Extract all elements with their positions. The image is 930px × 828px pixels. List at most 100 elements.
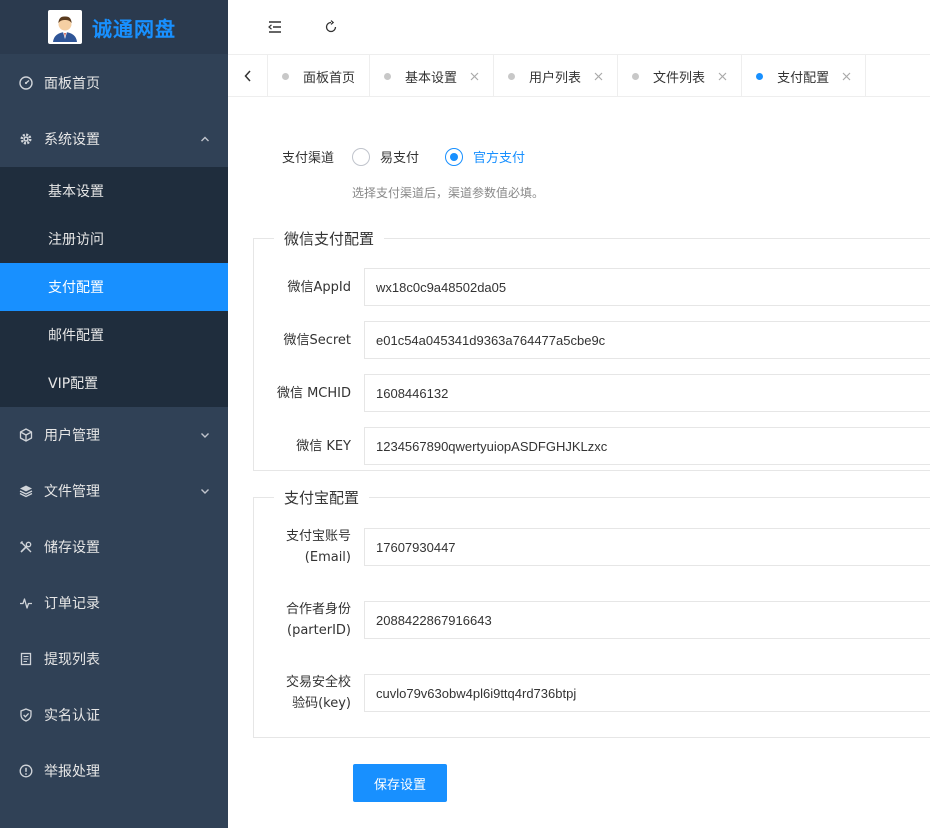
sidebar-item-mail-config[interactable]: 邮件配置 <box>0 311 228 359</box>
label-line: (Email) <box>304 550 351 565</box>
tab-dot <box>756 72 764 80</box>
sidebar-item-system-settings[interactable]: 系统设置 <box>0 111 228 167</box>
tab-bar: 面板首页 基本设置 用户列表 文件列表 支付配置 <box>228 55 930 97</box>
gear-icon <box>18 131 34 147</box>
tab-dashboard[interactable]: 面板首页 <box>268 55 371 97</box>
sidebar-item-label: 系统设置 <box>44 132 100 148</box>
tab-dot <box>384 72 392 80</box>
sidebar-item-label: 基本设置 <box>48 184 104 200</box>
save-settings-button[interactable]: 保存设置 <box>353 764 447 802</box>
tab-label: 用户列表 <box>529 70 582 86</box>
radio-epay[interactable]: 易支付 <box>352 147 419 166</box>
sidebar-item-user-management[interactable]: 用户管理 <box>0 407 228 463</box>
sidebar-item-label: 文件管理 <box>44 484 100 500</box>
field-row: 合作者身份 (parterID) 2088422867916643 <box>254 601 930 639</box>
shield-check-icon <box>18 707 34 723</box>
sidebar-item-report-handling[interactable]: 举报处理 <box>0 743 228 799</box>
brand-title: 诚通网盘 <box>92 16 176 41</box>
label-line: 交易安全校 <box>285 675 351 690</box>
tab-basic-settings[interactable]: 基本设置 <box>370 55 495 97</box>
field-row: 交易安全校 验码(key) cuvlo79v63obw4pl6i9ttq4rd73… <box>254 674 930 712</box>
sidebar-item-label: 支付配置 <box>48 280 104 296</box>
avatar <box>48 10 82 44</box>
sidebar-item-payment-config[interactable]: 支付配置 <box>0 263 228 311</box>
layers-icon <box>18 483 34 499</box>
chevron-down-icon <box>200 486 210 496</box>
tab-scroll-left-icon[interactable] <box>228 55 268 97</box>
close-icon[interactable] <box>593 71 603 81</box>
tab-dot <box>282 72 289 80</box>
sidebar-item-label: VIP配置 <box>48 376 99 392</box>
wechat-config-group: 微信支付配置 微信AppId wx18c0c9a48502da05 微信Secr… <box>253 228 930 471</box>
list-doc-icon <box>18 651 34 667</box>
payment-channel-hint: 选择支付渠道后，渠道参数值必填。 <box>352 186 545 200</box>
sidebar-item-vip-config[interactable]: VIP配置 <box>0 359 228 407</box>
wechat-mchid-input[interactable]: 1608446132 <box>364 374 930 412</box>
cube-icon <box>18 427 34 443</box>
sidebar-item-withdraw-list[interactable]: 提现列表 <box>0 631 228 687</box>
wechat-appid-input[interactable]: wx18c0c9a48502da05 <box>364 268 930 306</box>
label-line: 合作者身份 <box>285 602 351 617</box>
field-row: 微信 KEY 1234567890qwertyuiopASDFGHJKLzxc <box>254 427 930 465</box>
alipay-account-label: 支付宝账号 (Email) <box>254 526 351 568</box>
sidebar-item-basic-settings[interactable]: 基本设置 <box>0 167 228 215</box>
alipay-partner-id-label: 合作者身份 (parterID) <box>254 599 351 641</box>
close-icon[interactable] <box>841 71 851 81</box>
radio-circle[interactable] <box>352 147 371 166</box>
alert-circle-icon <box>18 763 34 779</box>
top-header <box>228 0 930 55</box>
tab-label: 面板首页 <box>303 70 356 86</box>
radio-circle[interactable] <box>445 147 464 166</box>
tab-payment-config[interactable]: 支付配置 <box>742 55 867 97</box>
radio-label: 官方支付 <box>473 151 526 166</box>
alipay-config-legend: 支付宝配置 <box>284 489 360 507</box>
sidebar-item-label: 实名认证 <box>44 708 100 724</box>
sidebar-item-label: 举报处理 <box>44 764 100 780</box>
sidebar-item-real-name-auth[interactable]: 实名认证 <box>0 687 228 743</box>
payment-channel-row: 支付渠道 易支付 官方支付 <box>282 147 525 166</box>
wechat-secret-label: 微信Secret <box>283 332 351 348</box>
sidebar-item-file-management[interactable]: 文件管理 <box>0 463 228 519</box>
close-icon[interactable] <box>469 71 479 81</box>
brand[interactable]: 诚通网盘 <box>0 0 228 54</box>
sidebar-item-label: 面板首页 <box>44 75 100 92</box>
label-line: (parterID) <box>287 623 351 638</box>
alipay-config-group: 支付宝配置 支付宝账号 (Email) 17607930447 合作者身份 (par… <box>253 487 930 738</box>
refresh-icon[interactable] <box>318 14 344 40</box>
radio-label: 易支付 <box>380 151 420 166</box>
wechat-appid-label: 微信AppId <box>287 279 351 295</box>
label-line: 支付宝账号 <box>285 529 351 544</box>
wechat-key-input[interactable]: 1234567890qwertyuiopASDFGHJKLzxc <box>364 427 930 465</box>
alipay-account-input[interactable]: 17607930447 <box>364 528 930 566</box>
sidebar-item-label: 提现列表 <box>44 652 100 668</box>
alipay-key-label: 交易安全校 验码(key) <box>254 672 351 714</box>
collapse-menu-icon[interactable] <box>262 14 288 40</box>
radio-official-pay[interactable]: 官方支付 <box>445 147 525 166</box>
alipay-partner-id-input[interactable]: 2088422867916643 <box>364 601 930 639</box>
sidebar-item-label: 储存设置 <box>44 540 100 556</box>
sidebar-item-register-access[interactable]: 注册访问 <box>0 215 228 263</box>
sidebar-item-dashboard[interactable]: 面板首页 <box>0 54 228 111</box>
wechat-key-label: 微信 KEY <box>296 438 351 454</box>
sidebar-item-storage-settings[interactable]: 储存设置 <box>0 519 228 575</box>
payment-channel-label: 支付渠道 <box>282 151 335 166</box>
sidebar-item-order-records[interactable]: 订单记录 <box>0 575 228 631</box>
sidebar-item-label: 订单记录 <box>44 596 100 612</box>
sidebar-item-label: 用户管理 <box>44 428 100 444</box>
tab-label: 支付配置 <box>777 70 830 86</box>
dashboard-icon <box>18 75 34 91</box>
field-row: 微信Secret e01c54a045341d9363a764477a5cbe9… <box>254 321 930 359</box>
tab-user-list[interactable]: 用户列表 <box>494 55 619 97</box>
close-icon[interactable] <box>717 71 727 81</box>
wechat-mchid-label: 微信 MCHID <box>276 385 351 401</box>
chevron-down-icon <box>200 430 210 440</box>
alipay-key-input[interactable]: cuvlo79v63obw4pl6i9ttq4rd736btpj <box>364 674 930 712</box>
main-content: 支付渠道 易支付 官方支付 选择支付渠道后，渠道参数值必填。 微信支付配置 微信… <box>228 97 930 828</box>
tab-label: 基本设置 <box>405 70 458 86</box>
wechat-secret-input[interactable]: e01c54a045341d9363a764477a5cbe9c <box>364 321 930 359</box>
pulse-icon <box>18 595 34 611</box>
chevron-up-icon <box>200 134 210 144</box>
sidebar-item-label: 邮件配置 <box>48 328 104 344</box>
field-row: 支付宝账号 (Email) 17607930447 <box>254 528 930 566</box>
tab-file-list[interactable]: 文件列表 <box>618 55 743 97</box>
